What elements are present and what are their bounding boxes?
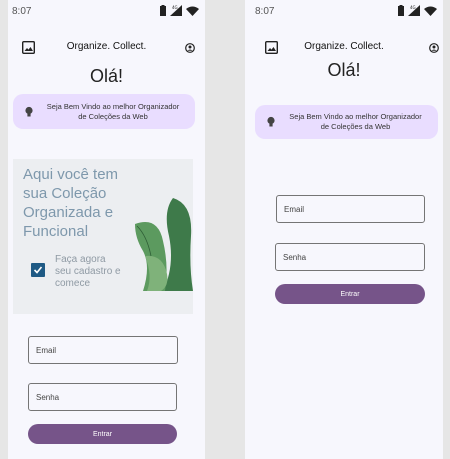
promo-cta-line: Faça agora: [55, 254, 106, 265]
battery-icon: [160, 5, 166, 16]
welcome-text: Seja Bem Vindo ao melhor Organizador de …: [13, 102, 195, 122]
status-bar: 8:07 4G: [245, 0, 443, 24]
account-circle-icon[interactable]: [185, 43, 195, 53]
status-icons: 4G: [398, 5, 437, 16]
svg-text:4G: 4G: [410, 5, 416, 10]
status-time: 8:07: [255, 6, 275, 17]
greeting-title: Olá!: [89, 66, 123, 86]
top-app-bar: Organize. Collect.: [245, 36, 443, 60]
promo-cta-line: comece: [55, 278, 91, 289]
cell-signal-icon: 4G: [408, 5, 420, 16]
password-input[interactable]: [283, 244, 419, 270]
welcome-line-2: de Coleções da Web: [78, 111, 148, 121]
enter-button[interactable]: Entrar: [275, 284, 425, 304]
promo-cta-text: Faça agora seu cadastro e comece: [55, 254, 135, 290]
checkbox-icon[interactable]: [31, 263, 45, 277]
svg-text:4G: 4G: [172, 5, 178, 10]
battery-icon: [398, 5, 404, 16]
welcome-text: Seja Bem Vindo ao melhor Organizador de …: [255, 112, 438, 132]
greeting-title: Olá!: [327, 60, 361, 80]
enter-button[interactable]: Entrar: [28, 424, 177, 444]
email-input[interactable]: [36, 337, 172, 363]
lightbulb-icon: [25, 106, 33, 116]
promo-cta-line: seu cadastro e: [55, 266, 121, 277]
promo-title-line: Aqui você tem: [23, 166, 119, 183]
status-bar: 8:07 4G: [8, 0, 205, 24]
promo-title-line: Organizada e: [23, 204, 114, 221]
promo-title-line: Funcional: [23, 223, 89, 240]
screen-login: 8:07 4G Organize. Collect. Olá! Seja Bem…: [245, 0, 443, 459]
welcome-line-2: de Coleções da Web: [320, 122, 391, 131]
email-field[interactable]: [276, 195, 425, 223]
welcome-banner: Seja Bem Vindo ao melhor Organizador de …: [255, 105, 438, 139]
email-field[interactable]: [28, 336, 178, 364]
status-time: 8:07: [12, 6, 32, 17]
promo-title: Aqui você tem sua Coleção Organizada e F…: [23, 165, 143, 241]
app-title: Organize. Collect.: [66, 41, 147, 52]
app-title: Organize. Collect.: [304, 41, 384, 52]
top-app-bar: Organize. Collect.: [8, 36, 205, 60]
screen-with-promo: 8:07 4G Organize. Collect. Olá! Seja Bem…: [8, 0, 205, 459]
wifi-icon: [186, 6, 199, 16]
password-field[interactable]: [275, 243, 425, 271]
promo-title-line: sua Coleção: [23, 185, 107, 202]
account-circle-icon[interactable]: [429, 43, 439, 53]
cell-signal-icon: 4G: [170, 5, 182, 16]
leaves-illustration: [135, 198, 193, 291]
promo-card: Aqui você tem sua Coleção Organizada e F…: [13, 159, 193, 314]
welcome-banner: Seja Bem Vindo ao melhor Organizador de …: [13, 94, 195, 129]
password-input[interactable]: [36, 384, 171, 410]
welcome-line-1: Seja Bem Vindo ao melhor Organizador: [289, 112, 422, 121]
welcome-line-1: Seja Bem Vindo ao melhor Organizador: [46, 101, 180, 111]
password-field[interactable]: [28, 383, 177, 411]
wifi-icon: [424, 6, 437, 16]
email-input[interactable]: [284, 196, 419, 222]
status-icons: 4G: [160, 5, 199, 16]
lightbulb-icon: [267, 116, 275, 127]
